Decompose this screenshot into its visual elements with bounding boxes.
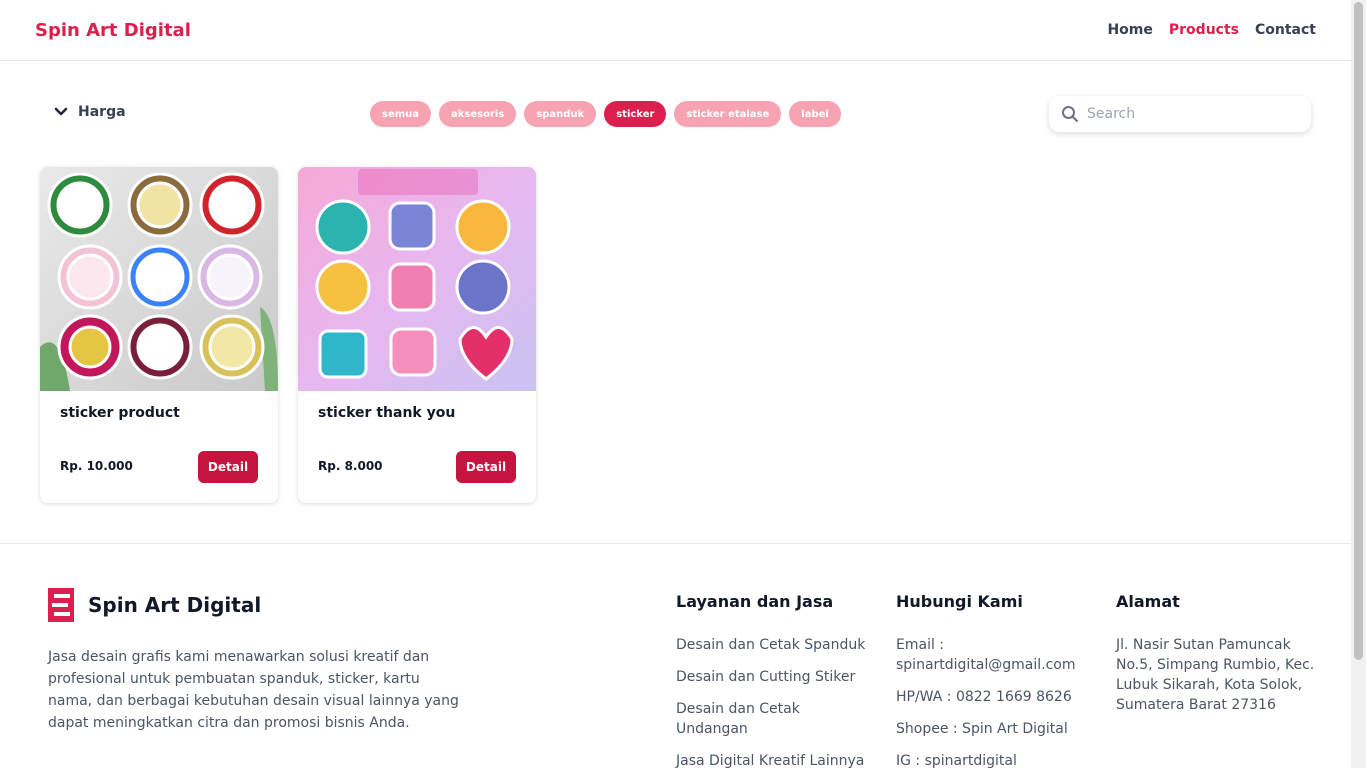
page-scrollbar[interactable] — [1351, 0, 1366, 768]
address-text: Jl. Nasir Sutan Pamuncak No.5, Simpang R… — [1116, 637, 1315, 713]
chevron-down-icon — [54, 107, 68, 116]
search-icon — [1062, 106, 1078, 122]
category-chip-sticker[interactable]: sticker — [604, 101, 667, 127]
product-price: Rp. 10.000 — [60, 459, 133, 473]
footer-description: Jasa desain grafis kami menawarkan solus… — [48, 649, 459, 731]
services-heading: Layanan dan Jasa — [676, 592, 834, 611]
contact-heading: Hubungi Kami — [896, 592, 1023, 611]
address-heading: Alamat — [1116, 592, 1180, 611]
detail-button[interactable]: Detail — [198, 451, 258, 483]
service-link[interactable]: Desain dan Cutting Stiker — [676, 667, 876, 687]
service-link[interactable]: Desain dan Cetak Undangan — [676, 699, 876, 739]
price-filter-label: Harga — [78, 104, 126, 120]
nav-products[interactable]: Products — [1169, 22, 1239, 38]
footer-address: Alamat Jl. Nasir Sutan Pamuncak No.5, Si… — [1116, 592, 1316, 727]
site-header: Spin Art Digital Home Products Contact — [0, 0, 1351, 61]
brand-logo-text[interactable]: Spin Art Digital — [35, 20, 191, 41]
service-link[interactable]: Desain dan Cetak Spanduk — [676, 635, 876, 655]
nav-home[interactable]: Home — [1107, 22, 1152, 38]
page: Spin Art Digital Home Products Contact H… — [0, 0, 1351, 768]
category-chips: semua aksesoris spanduk sticker sticker … — [370, 101, 841, 127]
category-chip-aksesoris[interactable]: aksesoris — [439, 101, 517, 127]
product-title: sticker product — [60, 405, 180, 421]
category-chip-spanduk[interactable]: spanduk — [524, 101, 597, 127]
product-card[interactable]: sticker product Rp. 10.000 Detail — [40, 167, 278, 503]
product-image[interactable] — [298, 167, 536, 391]
product-title: sticker thank you — [318, 405, 456, 421]
product-grid: sticker product Rp. 10.000 Detail sticke… — [40, 167, 536, 503]
category-chip-sticker-etalase[interactable]: sticker etalase — [674, 101, 782, 127]
nav-contact[interactable]: Contact — [1255, 22, 1316, 38]
category-chip-semua[interactable]: semua — [370, 101, 432, 127]
search-input[interactable] — [1087, 106, 1287, 122]
detail-button[interactable]: Detail — [456, 451, 516, 483]
service-link[interactable]: Jasa Digital Kreatif Lainnya — [676, 751, 876, 768]
search-box[interactable] — [1049, 96, 1311, 132]
contact-instagram[interactable]: IG : spinartdigital — [896, 751, 1086, 768]
contact-phone[interactable]: HP/WA : 0822 1669 8626 — [896, 687, 1086, 707]
footer-brand-name: Spin Art Digital — [88, 593, 262, 617]
footer-services: Layanan dan Jasa Desain dan Cetak Spandu… — [676, 592, 876, 768]
main-nav: Home Products Contact — [1107, 22, 1316, 38]
product-price: Rp. 8.000 — [318, 459, 383, 473]
product-image[interactable] — [40, 167, 278, 391]
category-chip-label[interactable]: label — [789, 101, 841, 127]
footer-brand: Spin Art Digital — [46, 586, 261, 624]
contact-email[interactable]: Email : spinartdigital@gmail.com — [896, 635, 1086, 675]
brand-logo-icon — [48, 588, 74, 622]
scrollbar-thumb[interactable] — [1354, 2, 1363, 660]
footer-contact: Hubungi Kami Email : spinartdigital@gmai… — [896, 592, 1086, 768]
product-card[interactable]: sticker thank you Rp. 8.000 Detail — [298, 167, 536, 503]
price-filter-toggle[interactable]: Harga — [54, 104, 126, 120]
site-footer: Spin Art Digital Jasa desain grafis kami… — [0, 543, 1351, 768]
contact-shopee[interactable]: Shopee : Spin Art Digital — [896, 719, 1086, 739]
